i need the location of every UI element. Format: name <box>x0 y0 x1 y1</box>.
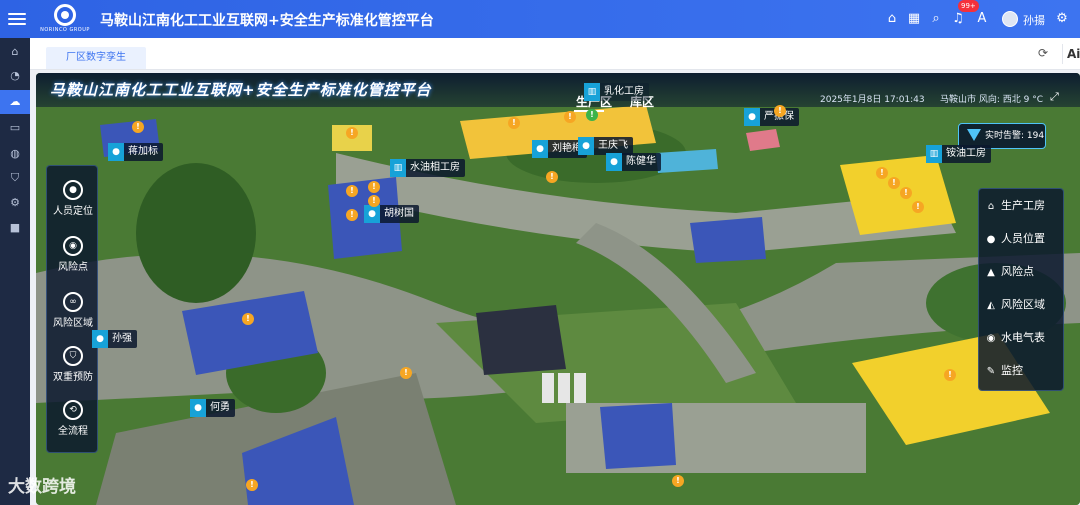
weather: 马鞍山市 风向: 西北 9 °C <box>940 95 1043 105</box>
globe-icon[interactable]: ◍ <box>0 142 30 166</box>
top-bar: NORINCO GROUP 马鞍山江南化工工业互联网+安全生产标准化管控平台 ⌂… <box>0 0 1080 38</box>
warning-icon: ▲ <box>987 267 995 278</box>
person-marker[interactable]: ● 何勇 <box>190 399 235 417</box>
tab-digital-twin[interactable]: 厂区数字孪生 <box>46 47 146 69</box>
risk-point-marker[interactable]: ! <box>242 313 254 325</box>
right-menu-meter[interactable]: ◉ 水电气表 <box>985 325 1065 351</box>
person-icon: ● <box>606 153 622 171</box>
person-icon: ● <box>744 108 760 126</box>
dual-prevention-icon: ⛉ <box>63 346 83 366</box>
home-icon[interactable]: ⌂ <box>0 40 30 64</box>
risk-point-marker[interactable]: ! <box>400 367 412 379</box>
grid-icon[interactable]: ▦ <box>906 11 922 27</box>
company-logo: NORINCO GROUP <box>38 4 92 36</box>
search-icon[interactable]: ⌕ <box>928 11 944 27</box>
risk-point-marker[interactable]: ! <box>346 127 358 139</box>
person-marker[interactable]: ● 陈健华 <box>606 153 661 171</box>
right-menu: ⌂ 生产工房 ● 人员位置 ▲ 风险点 ◭ 风险区域 ◉ 水电气表 ✎ 监控 <box>978 188 1064 391</box>
risk-point-marker[interactable]: ! <box>912 201 924 213</box>
area-icon: ◭ <box>987 300 995 311</box>
risk-point-marker[interactable]: ! <box>900 187 912 199</box>
person-icon: ● <box>532 140 548 158</box>
left-menu-risk-point[interactable]: ◉ 风险点 <box>47 230 99 282</box>
factory-icon: ▥ <box>926 145 942 163</box>
tab-bar: 厂区数字孪生 ⟳ Ai <box>30 38 1080 70</box>
facility-marker[interactable]: ▥ 铵油工房 <box>926 145 991 163</box>
risk-point-marker[interactable]: ! <box>132 121 144 133</box>
risk-area-icon: ∞ <box>63 292 83 312</box>
person-location-icon: ● <box>63 180 83 200</box>
building-ammonium-oil <box>840 155 956 235</box>
sidebar: ⌂ ◔ ☁ ▭ ◍ ⛉ ⚙ ■ <box>0 38 30 505</box>
risk-point-marker[interactable]: ! <box>368 195 380 207</box>
person-icon: ● <box>364 205 380 223</box>
translate-icon[interactable]: A <box>974 11 990 27</box>
factory-map[interactable]: 马鞍山江南化工工业互联网+安全生产标准化管控平台 生产区 库区 2025年1月8… <box>36 73 1080 505</box>
facility-marker[interactable]: ▥ 乳化工房 <box>584 83 649 101</box>
meter-icon: ◉ <box>986 333 996 344</box>
fullscreen-icon[interactable]: ⤢ <box>1050 90 1059 104</box>
datetime: 2025年1月8日 17:01:43 <box>820 95 925 105</box>
alarm-icon <box>967 129 981 141</box>
risk-point-marker[interactable]: ! <box>368 181 380 193</box>
aerial-map-background <box>36 73 1080 505</box>
factory-icon: ⌂ <box>987 201 995 212</box>
platform-title: 马鞍山江南化工工业互联网+安全生产标准化管控平台 <box>50 81 432 99</box>
risk-point-marker[interactable]: ! <box>246 479 258 491</box>
watermark: 大数跨境 <box>8 477 76 497</box>
risk-point-marker[interactable]: ! <box>888 177 900 189</box>
risk-point-marker[interactable]: ! <box>346 209 358 221</box>
settings-icon[interactable]: ⚙ <box>0 191 30 215</box>
refresh-icon[interactable]: ⟳ <box>1038 46 1048 60</box>
person-icon: ● <box>986 234 996 245</box>
right-menu-factory[interactable]: ⌂ 生产工房 <box>985 193 1065 219</box>
full-process-icon: ⟲ <box>63 400 83 420</box>
avatar[interactable] <box>1002 11 1018 27</box>
factory-icon: ▥ <box>390 159 406 177</box>
right-menu-person-position[interactable]: ● 人员位置 <box>985 226 1065 252</box>
risk-point-marker[interactable]: ! <box>876 167 888 179</box>
app-title: 马鞍山江南化工工业互联网+安全生产标准化管控平台 <box>100 13 434 29</box>
person-marker[interactable]: ●严振保 <box>744 108 799 126</box>
risk-point-marker[interactable]: ! <box>546 171 558 183</box>
left-menu-person-location[interactable]: ● 人员定位 <box>47 174 99 226</box>
person-icon: ● <box>190 399 206 417</box>
person-icon: ● <box>578 137 594 155</box>
risk-point-marker[interactable]: ! <box>944 369 956 381</box>
risk-point-marker[interactable]: ! <box>508 117 520 129</box>
video-icon[interactable]: ■ <box>0 216 30 240</box>
facility-marker[interactable]: ▥ 水油相工房 <box>390 159 465 177</box>
risk-point-marker[interactable]: ! <box>564 111 576 123</box>
person-marker[interactable]: ● 蒋加标 <box>108 143 163 161</box>
right-menu-risk-point[interactable]: ▲ 风险点 <box>985 259 1065 285</box>
person-marker[interactable]: ● 孙强 <box>92 330 137 348</box>
risk-point-marker[interactable]: ! <box>346 185 358 197</box>
dashboard-icon[interactable]: ◔ <box>0 64 30 88</box>
bell-icon[interactable]: ♫ <box>950 11 966 27</box>
menu-toggle-icon[interactable] <box>8 10 26 28</box>
right-menu-camera[interactable]: ✎ 监控 <box>985 358 1065 384</box>
risk-point-marker[interactable]: ! <box>672 475 684 487</box>
person-icon: ● <box>108 143 124 161</box>
risk-point-marker[interactable]: ! <box>586 109 598 121</box>
person-marker[interactable]: ● 胡树国 <box>364 205 419 223</box>
ai-button[interactable]: Ai <box>1062 44 1080 64</box>
shield-icon[interactable]: ⛉ <box>0 166 30 190</box>
camera-icon: ✎ <box>986 366 996 377</box>
username[interactable]: 孙揚 <box>1023 12 1045 28</box>
monitor-icon[interactable]: ▭ <box>0 116 30 140</box>
factory-icon: ▥ <box>584 83 600 101</box>
gear-icon[interactable]: ⚙ <box>1054 11 1070 27</box>
cloud-icon[interactable]: ☁ <box>0 90 30 114</box>
home-icon[interactable]: ⌂ <box>884 11 900 27</box>
risk-point-icon: ◉ <box>63 236 83 256</box>
left-menu-full-process[interactable]: ⟲ 全流程 <box>47 394 99 446</box>
left-menu: ● 人员定位 ◉ 风险点 ∞ 风险区域 ⛉ 双重预防 ⟲ 全流程 <box>46 165 98 453</box>
risk-point-marker[interactable]: ! <box>774 105 786 117</box>
person-icon: ● <box>92 330 108 348</box>
right-menu-risk-area[interactable]: ◭ 风险区域 <box>985 292 1065 318</box>
